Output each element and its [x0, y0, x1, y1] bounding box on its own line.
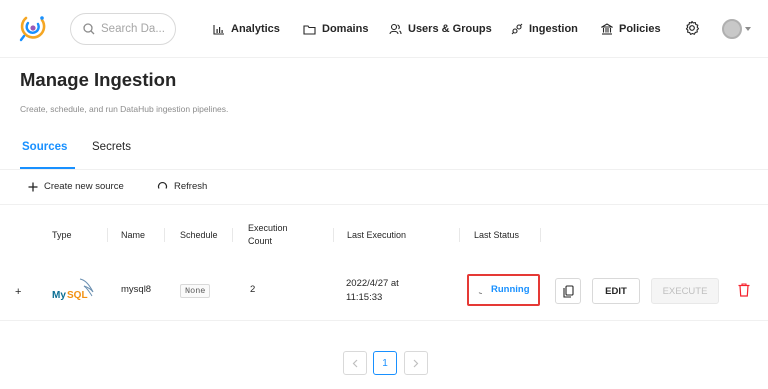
- schedule-badge: None: [180, 284, 211, 298]
- delete-icon[interactable]: [738, 283, 750, 297]
- bank-icon: [601, 23, 613, 35]
- column-separator: [232, 228, 233, 242]
- chevron-down-icon[interactable]: [745, 27, 751, 31]
- column-separator: [164, 228, 165, 242]
- column-header-type[interactable]: Type: [52, 229, 72, 242]
- nav-ingestion[interactable]: Ingestion: [511, 19, 578, 39]
- nav-users-groups[interactable]: Users & Groups: [389, 19, 492, 39]
- tab-sources[interactable]: Sources: [22, 141, 67, 153]
- svg-text:SQL: SQL: [67, 290, 88, 301]
- nav-policies[interactable]: Policies: [601, 19, 661, 39]
- pagination-page-1[interactable]: 1: [373, 351, 397, 375]
- page-subtitle: Create, schedule, and run DataHub ingest…: [20, 104, 229, 114]
- chevron-left-icon: [352, 359, 358, 367]
- column-header-execution-count[interactable]: Execution Count: [248, 222, 288, 248]
- row-divider: [0, 320, 768, 321]
- nav-analytics-label: Analytics: [231, 23, 280, 35]
- nav-domains[interactable]: Domains: [303, 19, 368, 39]
- loading-spinner-icon: [478, 291, 483, 294]
- tab-secrets[interactable]: Secrets: [92, 141, 131, 153]
- edit-button[interactable]: EDIT: [592, 278, 640, 304]
- copy-button[interactable]: [555, 278, 581, 304]
- gear-icon[interactable]: [684, 20, 700, 36]
- user-avatar[interactable]: [722, 19, 742, 39]
- column-header-last-execution[interactable]: Last Execution: [347, 229, 406, 242]
- refresh-button[interactable]: Refresh: [157, 181, 207, 192]
- column-header-last-status[interactable]: Last Status: [474, 229, 519, 242]
- mysql-logo: My SQL: [52, 278, 94, 301]
- column-separator: [540, 228, 541, 242]
- toolbar-divider: [0, 204, 768, 205]
- top-navigation: Analytics Domains Users & Groups Ingesti…: [0, 0, 768, 58]
- status-running-link[interactable]: Running: [478, 284, 530, 295]
- last-execution-time: 11:15:33: [346, 292, 383, 303]
- source-name: mysql8: [121, 284, 152, 295]
- tabs-divider: [0, 169, 768, 170]
- pagination-prev-button[interactable]: [343, 351, 367, 375]
- search-input[interactable]: [101, 23, 171, 35]
- column-separator: [459, 228, 460, 242]
- plus-icon: [28, 182, 38, 191]
- column-header-execution-count-line1: Execution: [248, 223, 288, 233]
- pagination-next-button[interactable]: [404, 351, 428, 375]
- search-bar[interactable]: [70, 13, 176, 45]
- chevron-right-icon: [413, 359, 419, 367]
- search-icon: [83, 23, 95, 35]
- copy-icon: [562, 284, 574, 298]
- refresh-label: Refresh: [174, 181, 208, 192]
- nav-policies-label: Policies: [619, 23, 661, 35]
- users-icon: [389, 23, 402, 35]
- api-icon: [511, 23, 523, 35]
- folder-icon: [303, 24, 316, 35]
- execute-button[interactable]: EXECUTE: [651, 278, 719, 304]
- last-execution-date: 2022/4/27 at: [346, 278, 399, 289]
- create-new-source-label: Create new source: [44, 181, 124, 192]
- status-label: Running: [491, 284, 530, 295]
- create-new-source-button[interactable]: Create new source: [28, 181, 124, 192]
- nav-ingestion-label: Ingestion: [529, 23, 578, 35]
- refresh-icon: [157, 181, 168, 189]
- bar-chart-icon: [213, 24, 224, 35]
- nav-domains-label: Domains: [322, 23, 369, 35]
- mysql-logo-text: My: [52, 290, 66, 301]
- column-header-execution-count-line2: Count: [248, 236, 273, 246]
- nav-analytics[interactable]: Analytics: [213, 19, 280, 39]
- column-header-name[interactable]: Name: [121, 229, 145, 242]
- nav-users-groups-label: Users & Groups: [408, 23, 492, 35]
- execution-count: 2: [250, 284, 256, 295]
- datahub-logo[interactable]: [18, 12, 48, 42]
- last-execution: 2022/4/27 at 11:15:33: [346, 277, 399, 305]
- column-separator: [333, 228, 334, 242]
- column-separator: [107, 228, 108, 242]
- column-header-schedule[interactable]: Schedule: [180, 229, 218, 242]
- page-title: Manage Ingestion: [20, 69, 177, 90]
- expand-row-button[interactable]: +: [15, 286, 21, 298]
